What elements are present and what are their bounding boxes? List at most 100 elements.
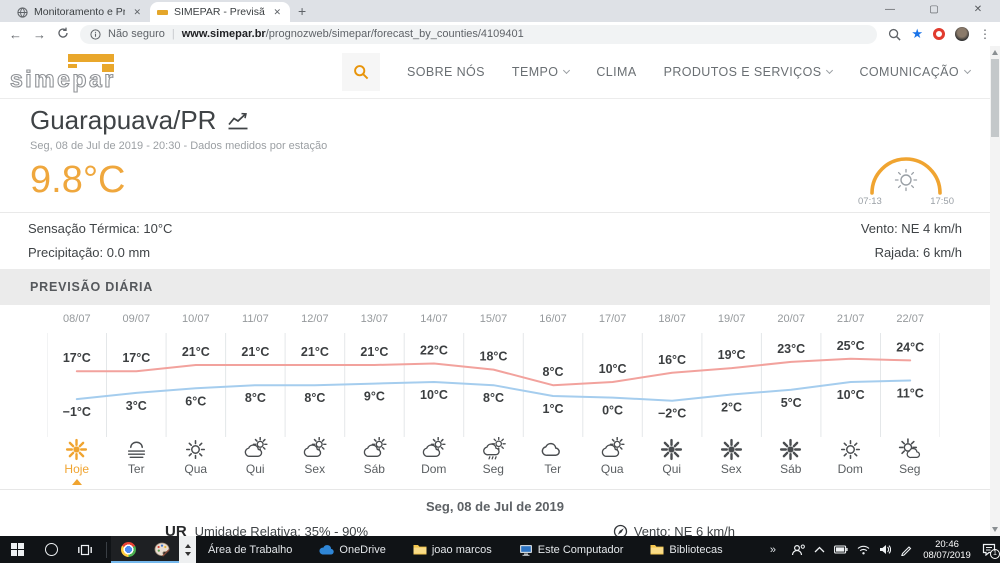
trend-chart-icon[interactable]	[226, 111, 250, 131]
window-close-button[interactable]: ✕	[956, 0, 1000, 21]
forecast-day-column-11-07[interactable]: Qui	[226, 437, 286, 485]
svg-text:17/07: 17/07	[599, 313, 627, 325]
tab-title: Monitoramento e Previsão - Brasi	[34, 6, 126, 18]
tray-show-hidden-icon[interactable]	[814, 546, 825, 553]
scrollbar-thumb[interactable]	[991, 59, 999, 137]
scrollbar-up-arrow[interactable]	[992, 50, 998, 55]
task-view-button[interactable]	[68, 536, 102, 563]
nav-label: CLIMA	[596, 65, 637, 79]
bookmark-star-icon[interactable]: ★	[911, 26, 923, 42]
sun-cloud-icon	[244, 437, 268, 457]
toolbar-label: OneDrive	[339, 543, 386, 556]
url-field[interactable]: Não seguro | www.simepar.br/prognozweb/s…	[80, 24, 878, 44]
tray-people-icon[interactable]	[791, 543, 805, 556]
action-center-icon[interactable]: 1	[982, 543, 1000, 559]
search-icon	[354, 65, 369, 80]
toolbar-label: Bibliotecas	[669, 543, 723, 556]
sun-cloud-icon	[363, 437, 387, 457]
svg-text:2°C: 2°C	[721, 401, 742, 415]
simepar-logo[interactable]: simepar	[8, 51, 130, 93]
nav-clima[interactable]: CLIMA	[596, 65, 636, 79]
svg-text:20/07: 20/07	[777, 313, 805, 325]
opera-extension-icon[interactable]	[933, 28, 945, 40]
current-temperature: 9.8°C	[30, 159, 126, 201]
reload-icon[interactable]	[57, 27, 69, 41]
browser-tab-monitoramento[interactable]: Monitoramento e Previsão - Brasi ✕	[10, 2, 150, 22]
zoom-icon[interactable]	[888, 28, 901, 41]
forecast-day-column-13-07[interactable]: Sáb	[345, 437, 405, 485]
forecast-day-column-16-07[interactable]: Ter	[523, 437, 583, 485]
sun-rays-icon	[186, 439, 206, 460]
tray-clock[interactable]: 20:46 08/07/2019	[921, 539, 973, 561]
forecast-day-column-10-07[interactable]: Qua	[166, 437, 226, 485]
sun-cloud-icon	[304, 437, 327, 457]
forecast-day-column-14-07[interactable]: Dom	[404, 437, 464, 485]
url-divider: |	[171, 28, 175, 40]
svg-text:19/07: 19/07	[718, 313, 746, 325]
chevron-down-icon	[963, 66, 972, 75]
new-tab-button[interactable]: +	[298, 4, 306, 18]
nav-tempo[interactable]: TEMPO	[511, 65, 571, 79]
forward-icon[interactable]: →	[33, 28, 46, 41]
browser-tab-simepar[interactable]: SIMEPAR - Previsão do Tempo - Gua ✕	[150, 2, 290, 22]
info-icon[interactable]	[90, 28, 101, 40]
cloud-icon	[541, 442, 561, 456]
toolbar-area-de-trabalho[interactable]: Área de Trabalho	[208, 544, 292, 556]
forecast-day-column-12-07[interactable]: Sex	[285, 437, 345, 485]
tab-close-icon[interactable]: ✕	[271, 7, 283, 18]
folder-icon	[650, 545, 664, 555]
paint-taskbar-icon[interactable]	[145, 536, 179, 563]
profile-avatar[interactable]	[955, 27, 969, 41]
forecast-temperature-chart: 08/07 09/07 10/07 11/07 12/07 13/07 14/07 15/07…	[46, 313, 941, 437]
forecast-day-column-17-07[interactable]: Qua	[583, 437, 643, 485]
chrome-taskbar-icon[interactable]	[111, 536, 145, 563]
svg-text:17°C: 17°C	[63, 351, 91, 365]
nav-sobre-nos[interactable]: SOBRE NÓS	[407, 65, 485, 79]
scrollbar-down-arrow[interactable]	[992, 527, 998, 532]
svg-text:22°C: 22°C	[420, 344, 448, 358]
toolbar-label: joao marcos	[431, 543, 492, 556]
nav-produtos-e-servicos[interactable]: PRODUTOS E SERVIÇOS	[664, 65, 834, 79]
toolbar-bibliotecas[interactable]: Bibliotecas	[650, 543, 723, 556]
back-icon[interactable]: ←	[9, 28, 22, 41]
tray-overflow-chevron[interactable]: »	[770, 544, 776, 556]
svg-text:24°C: 24°C	[896, 340, 924, 354]
toolbar-label: Este Computador	[537, 543, 624, 556]
forecast-day-column-18-07[interactable]: Qui	[642, 437, 702, 485]
toolbar-label: Área de Trabalho	[208, 543, 293, 556]
nav-label: COMUNICAÇÃO	[859, 65, 959, 79]
svg-text:10/07: 10/07	[182, 313, 210, 325]
folder-icon	[413, 545, 427, 555]
toolbar-joao-marcos[interactable]: joao marcos	[413, 544, 492, 556]
chrome-menu-icon[interactable]: ⋮	[979, 27, 991, 41]
conditions-details: Sensação Térmica: 10°C Precipitação: 0.0…	[0, 213, 990, 269]
toolbar-este-computador[interactable]: Este Computador	[519, 543, 624, 556]
window-maximize-button[interactable]: ▢	[912, 0, 956, 21]
svg-text:9°C: 9°C	[364, 390, 385, 404]
windows-taskbar: Área de Trabalho OneDrive joao marcos Es…	[0, 536, 1000, 563]
forecast-day-column-19-07[interactable]: Sex	[702, 437, 762, 485]
site-search-button[interactable]	[341, 53, 380, 91]
main-nav: SOBRE NÓS TEMPO CLIMA PRODUTOS E SERVIÇO…	[341, 53, 972, 91]
tab-close-icon[interactable]: ✕	[131, 7, 143, 18]
window-minimize-button[interactable]: —	[868, 0, 912, 21]
nav-label: TEMPO	[511, 65, 559, 79]
page-scrollbar[interactable]	[990, 46, 1000, 536]
toolbar-onedrive[interactable]: OneDrive	[319, 543, 386, 556]
tray-battery-icon[interactable]	[834, 545, 848, 554]
forecast-day-column-22-07[interactable]: Seg	[880, 437, 940, 485]
taskbar-scroll-arrows[interactable]	[179, 536, 196, 563]
tray-pen-icon[interactable]	[900, 544, 912, 556]
forecast-day-column-15-07[interactable]: Seg	[464, 437, 524, 485]
tray-volume-icon[interactable]	[879, 544, 891, 555]
cortana-button[interactable]	[34, 536, 68, 563]
nav-comunicacao[interactable]: COMUNICAÇÃO	[859, 65, 972, 79]
svg-text:21/07: 21/07	[837, 313, 865, 325]
forecast-day-column-21-07[interactable]: Dom	[821, 437, 881, 485]
svg-text:8°C: 8°C	[543, 365, 564, 379]
forecast-day-column-09-07[interactable]: Ter	[107, 437, 167, 485]
forecast-day-column-08-07[interactable]: Hoje	[47, 437, 107, 485]
forecast-day-column-20-07[interactable]: Sáb	[761, 437, 821, 485]
start-button[interactable]	[0, 536, 34, 563]
tray-wifi-icon[interactable]	[857, 545, 870, 555]
